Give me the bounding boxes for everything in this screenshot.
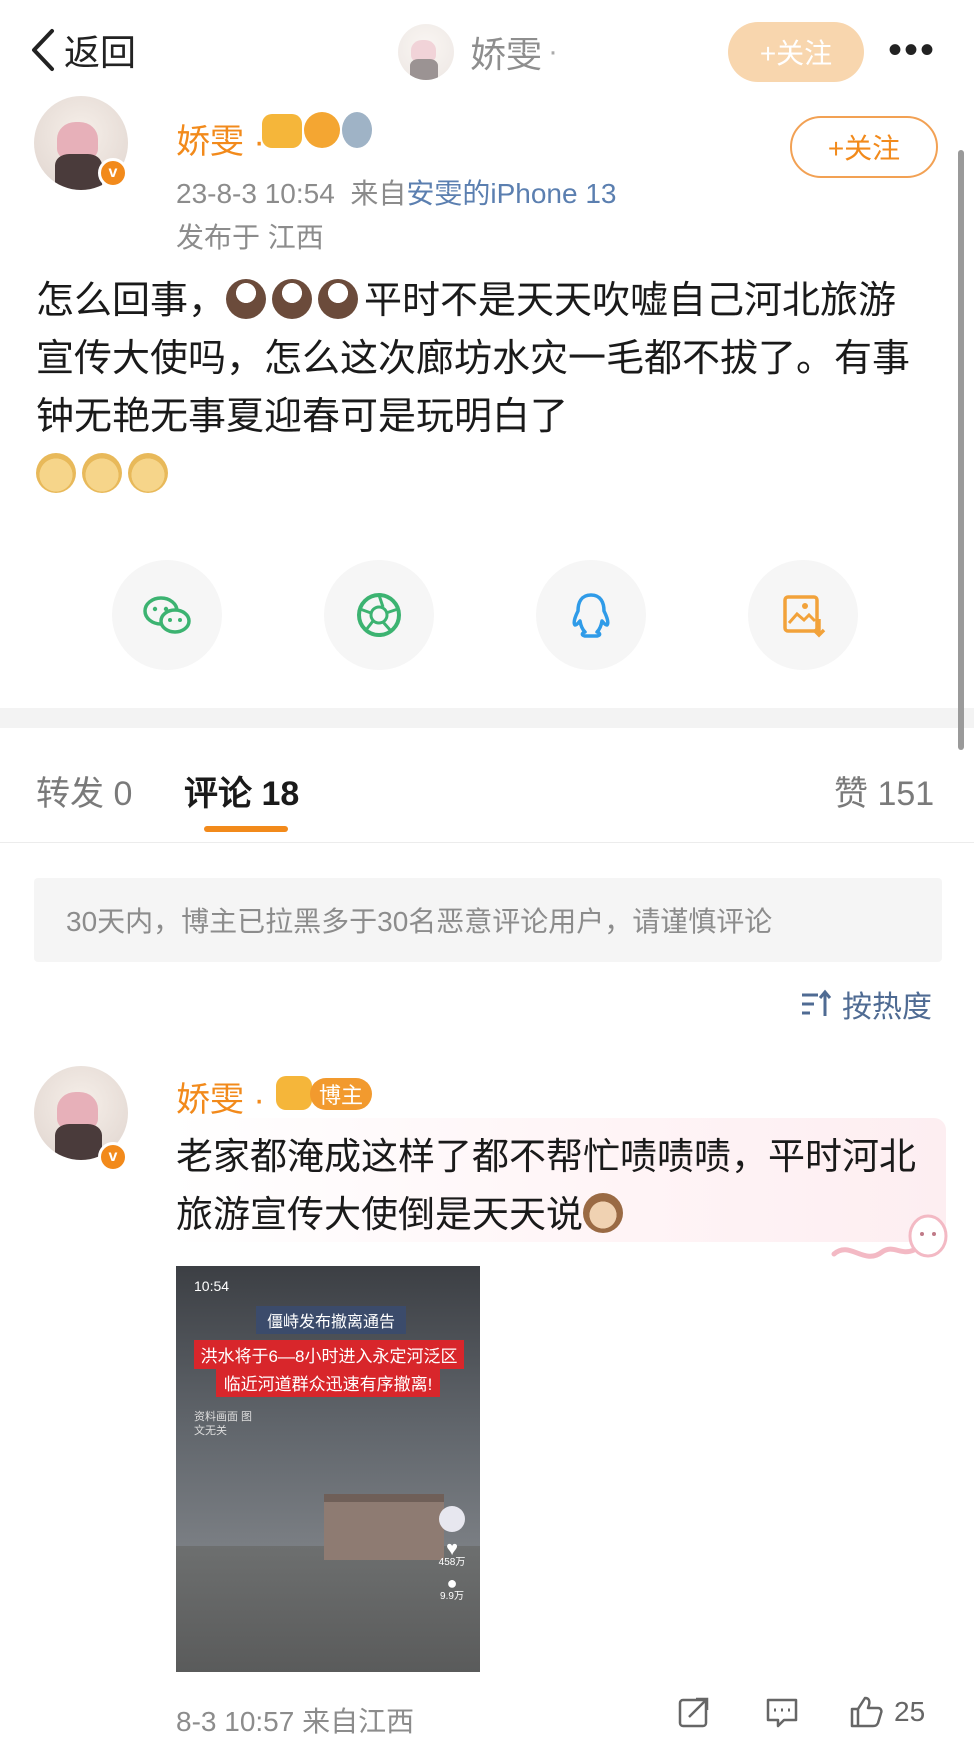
comment-icon [766,1698,798,1728]
comment-source: 来自江西 [302,1706,415,1737]
nav-follow-button[interactable]: +关注 [728,22,864,82]
thumb-comment-count: 9.9万 [440,1591,464,1602]
thumb-like-count: 458万 [438,1557,466,1568]
back-label: 返回 [64,32,137,73]
thumb-headline-2: 临近河道群众迅速有序撤离! [216,1368,440,1397]
sort-label: 按热度 [842,991,932,1024]
tab-repost[interactable]: 转发 0 [36,766,132,815]
post-time: 23-8-3 10:54 [176,178,335,209]
crown-badge-icon [276,1076,312,1110]
chevron-left-icon [32,29,54,71]
verified-icon: v [98,1142,128,1172]
thumbs-up-icon [850,1696,883,1728]
medal-badge-icon [342,112,372,148]
nav-avatar [398,24,454,80]
share-wechat-button[interactable] [112,560,222,670]
qq-icon [572,593,610,638]
comment-meta: 8-3 10:57 来自江西 [176,1700,414,1740]
nav-user-name: 娇雯 [470,34,543,75]
top-nav-bar: 返回 娇雯 · +关注 ••• [0,0,974,104]
nav-dot: · [548,35,559,68]
comment-like-button[interactable]: 25 [848,1694,925,1730]
source-prefix: 来自 [350,178,407,209]
nav-user[interactable]: 娇雯 · [398,22,558,82]
post-source[interactable]: 安雯的iPhone 13 [406,178,616,209]
comment-time: 8-3 10:57 [176,1706,295,1737]
tab-comments[interactable]: 评论 18 [184,766,299,815]
sort-button[interactable]: 按热度 [800,982,932,1026]
more-icon[interactable]: ••• [888,28,936,73]
moments-icon [357,593,401,637]
share-icon [678,1697,709,1728]
post-body: 怎么回事， 平时不是天天吹嘘自己河北旅游宣传大使吗，怎么这次廊坊水灾一毛都不拔了。… [36,272,916,504]
post-user-name[interactable]: 娇雯 · [176,114,265,163]
back-button[interactable]: 返回 [30,22,136,78]
section-separator [0,708,974,728]
comment-like-count: 25 [894,1696,926,1727]
comment-user-name[interactable]: 娇雯 · [176,1072,265,1121]
scrollbar[interactable] [958,150,964,750]
comment-share-button[interactable] [676,1694,712,1730]
tab-active-indicator [204,826,288,832]
thumb-headline-1: 洪水将于6—8小时进入永定河泛区 [194,1340,464,1369]
post-meta: 23-8-3 10:54 来自安雯的iPhone 13 [176,172,617,212]
share-moments-button[interactable] [324,560,434,670]
thumb-caption: 资料画面 图文无关 [194,1411,253,1437]
granny-emoji-icon [226,279,267,319]
doge-emoji-icon [128,453,168,493]
wechat-icon [143,596,191,634]
post-text-part1: 怎么回事， [36,280,227,322]
granny-emoji-icon [318,279,359,319]
comment-reply-button[interactable] [764,1694,800,1730]
thumb-building [324,1494,444,1560]
granny-emoji-icon [272,279,313,319]
post-location: 发布于 江西 [176,222,324,253]
verified-icon: v [98,158,128,188]
comment-body: 老家都淹成这样了都不帮忙啧啧啧，平时河北旅游宣传大使倒是天天说 [176,1128,916,1244]
comment-image[interactable]: 10:54 僵峙发布撤离通告 洪水将于6—8小时进入永定河泛区 临近河道群众迅速… [176,1266,480,1672]
author-badge: 博主 [310,1078,372,1110]
thumb-status-time: 10:54 [194,1278,230,1294]
save-image-icon [783,595,826,638]
crown-badge-icon [262,114,302,148]
comment-notice: 30天内，博主已拉黑多于30名恶意评论用户，请谨慎评论 [34,878,942,962]
thumb-title: 僵峙发布撤离通告 [256,1306,406,1334]
comment-text: 老家都淹成这样了都不帮忙啧啧啧，平时河北旅游宣传大使倒是天天说 [176,1136,916,1235]
doge-emoji-icon [82,453,122,493]
fish-badge-icon [304,112,340,148]
monkey-emoji-icon [583,1193,623,1233]
share-qq-button[interactable] [536,560,646,670]
tab-likes[interactable]: 赞 151 [834,766,934,815]
follow-button[interactable]: +关注 [790,116,938,178]
bubble-decoration-icon [831,1214,948,1259]
save-image-button[interactable] [748,560,858,670]
thumb-side-icons: ♥ 458万 ● 9.9万 [438,1506,466,1604]
thumb-flood-water [176,1546,480,1672]
tab-divider [0,842,974,843]
doge-emoji-icon [36,453,76,493]
sort-icon [802,989,832,1016]
